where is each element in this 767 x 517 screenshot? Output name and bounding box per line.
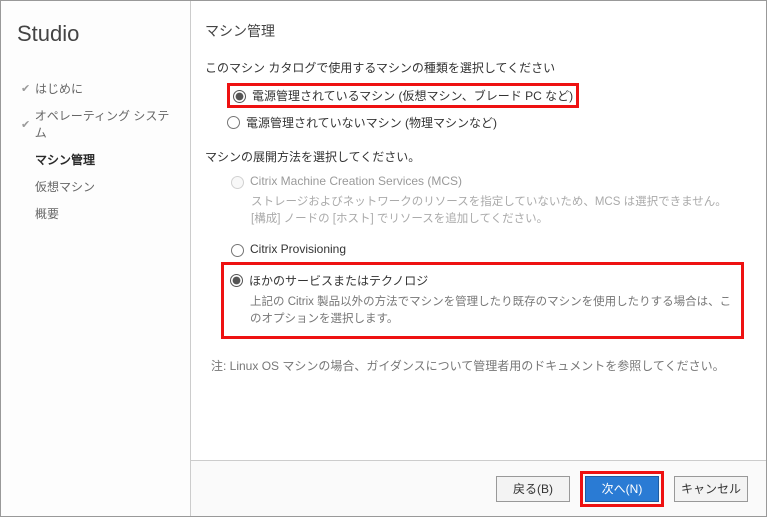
radio-label: ほかのサービスまたはテクノロジ <box>249 272 428 289</box>
radio-input[interactable] <box>230 274 243 287</box>
highlight-box: 電源管理されているマシン (仮想マシン、ブレード PC など) <box>227 83 579 108</box>
nav-label: 概要 <box>35 205 59 222</box>
nav-item-vm[interactable]: ✔ 仮想マシン <box>17 173 178 200</box>
app-title: Studio <box>17 21 178 47</box>
radio-label: Citrix Machine Creation Services (MCS) <box>250 174 462 188</box>
radio-not-power-managed[interactable]: 電源管理されていないマシン (物理マシンなど) <box>227 111 744 134</box>
content-area: マシン管理 このマシン カタログで使用するマシンの種類を選択してください 電源管… <box>191 1 766 460</box>
radio-mcs: Citrix Machine Creation Services (MCS) <box>231 171 740 192</box>
radio-other-tech[interactable]: ほかのサービスまたはテクノロジ <box>230 269 735 292</box>
nav-item-summary[interactable]: ✔ 概要 <box>17 200 178 227</box>
wizard-window: Studio ✔ はじめに ✔ オペレーティング システム ✔ マシン管理 ✔ … <box>0 0 767 517</box>
radio-label: 電源管理されているマシン (仮想マシン、ブレード PC など) <box>252 87 573 104</box>
wizard-nav: ✔ はじめに ✔ オペレーティング システム ✔ マシン管理 ✔ 仮想マシン ✔… <box>17 75 178 227</box>
radio-label: 電源管理されていないマシン (物理マシンなど) <box>246 114 497 131</box>
nav-label: オペレーティング システム <box>35 107 178 141</box>
main-panel: マシン管理 このマシン カタログで使用するマシンの種類を選択してください 電源管… <box>191 1 766 516</box>
sidebar: Studio ✔ はじめに ✔ オペレーティング システム ✔ マシン管理 ✔ … <box>1 1 191 516</box>
nav-item-machine-mgmt[interactable]: ✔ マシン管理 <box>17 146 178 173</box>
radio-mcs-block: Citrix Machine Creation Services (MCS) ス… <box>227 169 744 237</box>
radio-provisioning[interactable]: Citrix Provisioning <box>231 239 740 260</box>
cancel-button[interactable]: キャンセル <box>674 476 748 502</box>
highlight-box: 次へ(N) <box>580 471 664 507</box>
radio-input <box>231 176 244 189</box>
nav-label: はじめに <box>35 80 83 97</box>
back-button[interactable]: 戻る(B) <box>496 476 570 502</box>
radio-power-managed[interactable]: 電源管理されているマシン (仮想マシン、ブレード PC など) <box>227 80 744 111</box>
machine-type-prompt: このマシン カタログで使用するマシンの種類を選択してください <box>205 59 744 76</box>
machine-type-group: 電源管理されているマシン (仮想マシン、ブレード PC など) 電源管理されてい… <box>227 80 744 134</box>
nav-label: 仮想マシン <box>35 178 95 195</box>
check-icon: ✔ <box>21 118 35 131</box>
nav-label: マシン管理 <box>35 151 95 168</box>
radio-other-desc: 上記の Citrix 製品以外の方法でマシンを管理したり既存のマシンを使用したり… <box>250 294 735 329</box>
deploy-prompt: マシンの展開方法を選択してください。 <box>205 148 744 165</box>
wizard-footer: 戻る(B) 次へ(N) キャンセル <box>191 460 766 516</box>
radio-mcs-desc: ストレージおよびネットワークのリソースを指定していないため、MCS は選択できま… <box>251 194 740 229</box>
check-icon: ✔ <box>21 82 35 95</box>
radio-provisioning-block: Citrix Provisioning <box>227 237 744 262</box>
radio-input[interactable] <box>231 244 244 257</box>
linux-note: 注: Linux OS マシンの場合、ガイダンスについて管理者用のドキュメントを… <box>211 357 744 375</box>
next-button[interactable]: 次へ(N) <box>585 476 659 502</box>
radio-input[interactable] <box>227 116 240 129</box>
radio-other-block: ほかのサービスまたはテクノロジ 上記の Citrix 製品以外の方法でマシンを管… <box>221 262 744 340</box>
radio-label: Citrix Provisioning <box>250 242 346 256</box>
nav-item-intro[interactable]: ✔ はじめに <box>17 75 178 102</box>
deploy-group: Citrix Machine Creation Services (MCS) ス… <box>227 169 744 339</box>
page-title: マシン管理 <box>205 21 744 41</box>
radio-input[interactable] <box>233 90 246 103</box>
nav-item-os[interactable]: ✔ オペレーティング システム <box>17 102 178 146</box>
